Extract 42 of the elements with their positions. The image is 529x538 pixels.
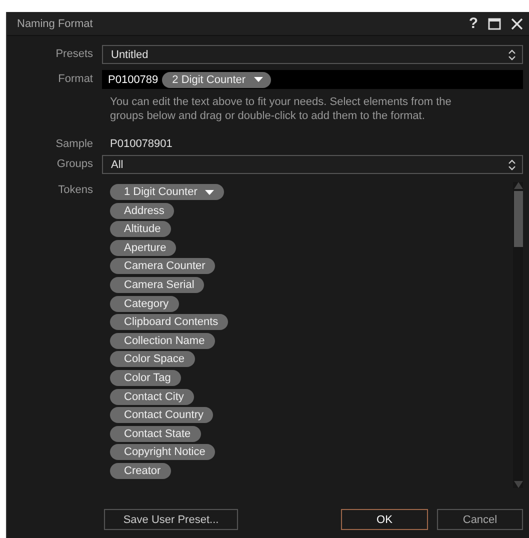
maximize-icon[interactable] <box>488 18 501 30</box>
ok-button[interactable]: OK <box>341 509 428 530</box>
spinner-icon <box>508 48 516 60</box>
field-label: Presets <box>54 47 93 62</box>
token-chip[interactable]: Color Space <box>110 351 195 368</box>
groups-dropdown[interactable]: All <box>102 155 523 174</box>
caret-icon <box>205 190 214 194</box>
token-chip[interactable]: Clipboard Contents <box>110 314 228 330</box>
field-label: Sample <box>54 137 93 152</box>
help-text: You can edit the text above to fit your needs. Select elements from the groups below and drag or double-click to add them to the format. <box>109 95 452 123</box>
token-chip[interactable]: Creator <box>110 462 171 479</box>
help-button[interactable]: ? <box>468 15 478 32</box>
field-label: Tokens <box>57 183 93 198</box>
token-chip[interactable]: Copyright Notice <box>110 444 216 460</box>
window-title: Naming Format <box>17 18 94 30</box>
close-icon[interactable] <box>511 18 523 30</box>
token-chip[interactable]: 1 Digit Counter <box>110 184 224 200</box>
save-preset-button[interactable]: Save User Preset... <box>104 509 238 530</box>
token-chip[interactable]: Collection Name <box>110 332 215 349</box>
field-label: Groups <box>56 157 93 172</box>
token-chip[interactable]: Category <box>110 296 179 312</box>
scroll-up-icon[interactable] <box>514 182 522 189</box>
token-chip[interactable]: Altitude <box>110 221 171 238</box>
token-chip[interactable]: Color Tag <box>110 370 181 386</box>
presets-dropdown[interactable]: Untitled <box>102 45 523 64</box>
spinner-icon <box>508 158 516 170</box>
scroll-thumb[interactable] <box>514 191 522 247</box>
token-chip[interactable]: Aperture <box>110 240 176 256</box>
scrollbar[interactable] <box>513 182 523 488</box>
sample-value: P010078901 <box>109 137 174 152</box>
token-chip[interactable]: Address <box>110 202 174 219</box>
token-chip[interactable]: Camera Counter <box>110 258 216 274</box>
scroll-down-icon[interactable] <box>514 481 522 488</box>
token-chip[interactable]: Contact State <box>110 426 201 442</box>
token-chip[interactable]: Camera Serial <box>110 276 204 293</box>
caret-icon <box>254 77 263 82</box>
cancel-button[interactable]: Cancel <box>437 509 523 530</box>
token-chip[interactable]: Contact City <box>110 388 194 405</box>
token-chip[interactable]: Contact Country <box>110 407 214 424</box>
format-field[interactable]: P0100789 2 Digit Counter <box>102 70 523 89</box>
token-chip[interactable]: 2 Digit Counter <box>162 72 271 88</box>
field-label: Format <box>57 72 93 87</box>
